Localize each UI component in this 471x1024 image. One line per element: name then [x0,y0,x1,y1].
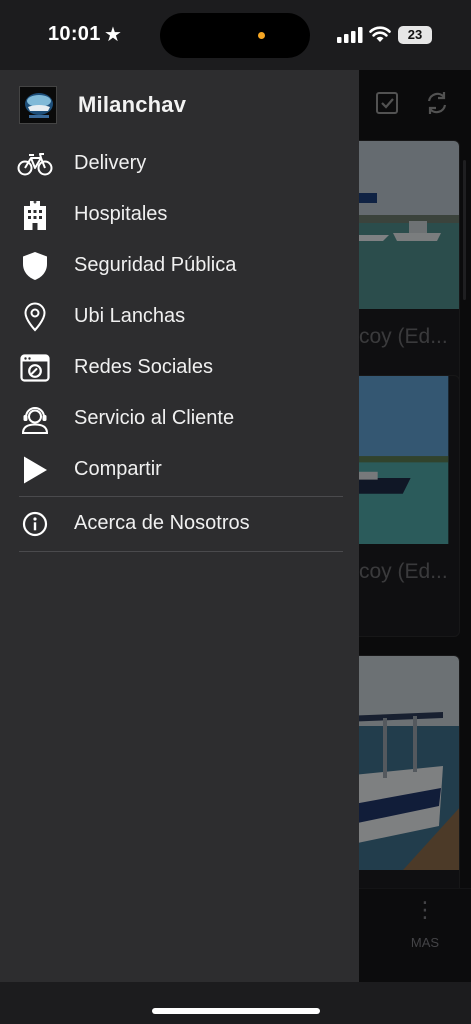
menu-item-acerca-de-nosotros[interactable]: Acerca de Nosotros [0,497,359,551]
menu-item-compartir[interactable]: Compartir [0,445,359,496]
menu-item-delivery[interactable]: Delivery [0,139,359,190]
hospital-icon [17,200,53,230]
star-icon: ★ [104,24,122,46]
wifi-icon [369,26,391,42]
menu-item-label: Compartir [74,458,162,480]
home-indicator-area [0,982,471,1024]
info-icon [17,509,53,539]
menu-item-label: Redes Sociales [74,356,213,378]
menu-item-redes-sociales[interactable]: Redes Sociales [0,343,359,394]
menu-item-hospitales[interactable]: Hospitales [0,190,359,241]
support-agent-icon [17,404,53,434]
app-logo-image [20,87,56,123]
play-icon [17,455,53,485]
camera-icon [17,353,53,383]
drawer-header: Milanchav [0,70,359,140]
menu-item-label: Delivery [74,152,147,174]
battery-indicator: 23 [398,26,432,44]
menu-item-label: Hospitales [74,203,168,225]
navigation-drawer: Milanchav Delivery Hospitales Seguridad … [0,70,359,982]
drawer-menu: Delivery Hospitales Seguridad Pública Ub… [0,139,359,552]
menu-item-label: Acerca de Nosotros [74,512,250,534]
dynamic-island [160,13,310,58]
menu-item-seguridad-publica[interactable]: Seguridad Pública [0,241,359,292]
menu-item-ubi-lanchas[interactable]: Ubi Lanchas [0,292,359,343]
location-pin-icon [17,302,53,332]
bike-icon [17,149,53,179]
status-bar: 10:01 ★ 23 [0,0,471,70]
home-indicator[interactable] [152,1008,320,1014]
menu-item-servicio-al-cliente[interactable]: Servicio al Cliente [0,394,359,445]
menu-divider [19,551,343,552]
clock: 10:01 [48,23,101,45]
menu-item-label: Seguridad Pública [74,254,237,276]
cellular-signal-icon [337,27,363,43]
menu-item-label: Servicio al Cliente [74,407,235,429]
shield-icon [17,251,53,281]
app-logo [19,86,57,124]
menu-item-label: Ubi Lanchas [74,305,186,327]
privacy-indicator-dot [258,32,265,39]
app-name: Milanchav [78,92,187,117]
